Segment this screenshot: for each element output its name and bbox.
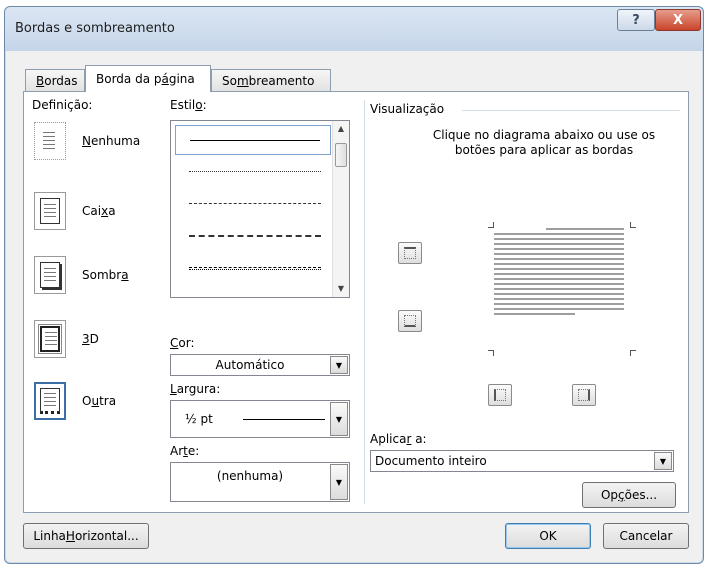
apply-to-label: Aplicar a: bbox=[370, 432, 427, 446]
setting-shadow[interactable]: Sombra bbox=[34, 256, 174, 300]
width-combo[interactable]: ½ pt ▼ bbox=[170, 400, 350, 438]
border-left-button[interactable] bbox=[488, 384, 512, 406]
width-value: ½ pt bbox=[185, 412, 213, 426]
border-right-icon bbox=[578, 389, 590, 401]
scroll-thumb[interactable] bbox=[335, 143, 347, 167]
separator bbox=[364, 100, 365, 504]
help-icon: ? bbox=[632, 12, 640, 28]
horizontal-line-button[interactable]: Linha Horizontal... bbox=[23, 523, 149, 549]
preview-page-lines bbox=[494, 228, 624, 318]
art-label: Arte: bbox=[170, 444, 200, 458]
setting-3d[interactable]: 3D bbox=[34, 320, 174, 364]
help-button[interactable]: ? bbox=[617, 9, 655, 31]
style-item-dash-dot[interactable] bbox=[175, 253, 331, 283]
width-sample-line bbox=[243, 419, 325, 420]
page-custom-icon bbox=[34, 382, 66, 420]
style-listbox[interactable]: ▲ ▼ bbox=[170, 120, 350, 298]
art-combo[interactable]: (nenhuma) ▼ bbox=[170, 462, 350, 502]
chevron-down-icon[interactable]: ▼ bbox=[330, 356, 348, 374]
page-3d-icon bbox=[34, 320, 66, 358]
style-item-dotted-fine[interactable] bbox=[175, 157, 331, 187]
tab-panel: Definição: Nenhuma Caixa Sombra 3D Outra… bbox=[23, 91, 689, 513]
setting-none[interactable]: Nenhuma bbox=[34, 122, 174, 166]
apply-to-value: Documento inteiro bbox=[375, 454, 487, 468]
chevron-down-icon[interactable]: ▼ bbox=[330, 464, 348, 500]
setting-label: Definição: bbox=[32, 98, 93, 112]
tab-sombreamento[interactable]: So m breamento bbox=[211, 69, 331, 91]
scroll-up-icon[interactable]: ▲ bbox=[333, 121, 349, 137]
border-bottom-button[interactable] bbox=[398, 310, 422, 332]
style-item-dashed[interactable] bbox=[175, 221, 331, 251]
border-top-button[interactable] bbox=[398, 242, 422, 264]
setting-none-label: Nenhuma bbox=[82, 134, 141, 148]
dialog-client: Bordas Borda da p á gina So m breamento Defi… bbox=[11, 51, 697, 557]
dialog-window: Bordas e sombreamento ? X Bordas Borda d… bbox=[4, 6, 704, 564]
options-button[interactable]: Op ç ões... bbox=[582, 482, 676, 508]
preview-group: Visualização Clique no diagrama abaixo o… bbox=[370, 102, 680, 508]
page-box-icon bbox=[34, 192, 66, 230]
ok-button[interactable]: OK bbox=[505, 523, 591, 549]
border-right-button[interactable] bbox=[572, 384, 596, 406]
apply-to-combo[interactable]: Documento inteiro ▼ bbox=[370, 450, 674, 472]
color-label: Cor: bbox=[170, 336, 195, 350]
preview-group-line bbox=[462, 110, 680, 111]
dialog-title: Bordas e sombreamento bbox=[15, 21, 175, 36]
style-item-dashed-small[interactable] bbox=[175, 189, 331, 219]
border-top-icon bbox=[404, 247, 416, 259]
close-icon: X bbox=[672, 12, 684, 28]
setting-custom[interactable]: Outra bbox=[34, 382, 174, 426]
width-label: Largura: bbox=[170, 382, 221, 396]
border-left-icon bbox=[494, 389, 506, 401]
style-label: Estilo: bbox=[170, 98, 207, 112]
style-item-solid[interactable] bbox=[175, 125, 331, 155]
chevron-down-icon[interactable]: ▼ bbox=[330, 402, 348, 436]
tab-borda-da-pagina[interactable]: Borda da p á gina bbox=[85, 65, 211, 92]
setting-3d-label: 3D bbox=[82, 332, 99, 346]
setting-box[interactable]: Caixa bbox=[34, 192, 174, 236]
cancel-button[interactable]: Cancelar bbox=[603, 523, 689, 549]
close-button[interactable]: X bbox=[655, 9, 701, 31]
setting-box-label: Caixa bbox=[82, 204, 116, 218]
scroll-down-icon[interactable]: ▼ bbox=[333, 281, 349, 297]
preview-instructions: Clique no diagrama abaixo ou use os botõ… bbox=[432, 128, 656, 157]
page-none-icon bbox=[34, 122, 66, 160]
setting-shadow-label: Sombra bbox=[82, 268, 129, 282]
preview-label: Visualização bbox=[370, 102, 445, 116]
chevron-down-icon[interactable]: ▼ bbox=[654, 452, 672, 470]
color-combo[interactable]: Automático ▼ bbox=[170, 354, 350, 376]
setting-custom-label: Outra bbox=[82, 394, 117, 408]
color-value: Automático bbox=[215, 358, 285, 372]
title-bar[interactable]: Bordas e sombreamento ? X bbox=[5, 7, 703, 51]
tab-bordas[interactable]: Bordas bbox=[25, 69, 85, 91]
art-value: (nenhuma) bbox=[216, 469, 284, 483]
border-bottom-icon bbox=[404, 315, 416, 327]
style-scrollbar[interactable]: ▲ ▼ bbox=[332, 121, 349, 297]
page-shadow-icon bbox=[34, 256, 66, 294]
